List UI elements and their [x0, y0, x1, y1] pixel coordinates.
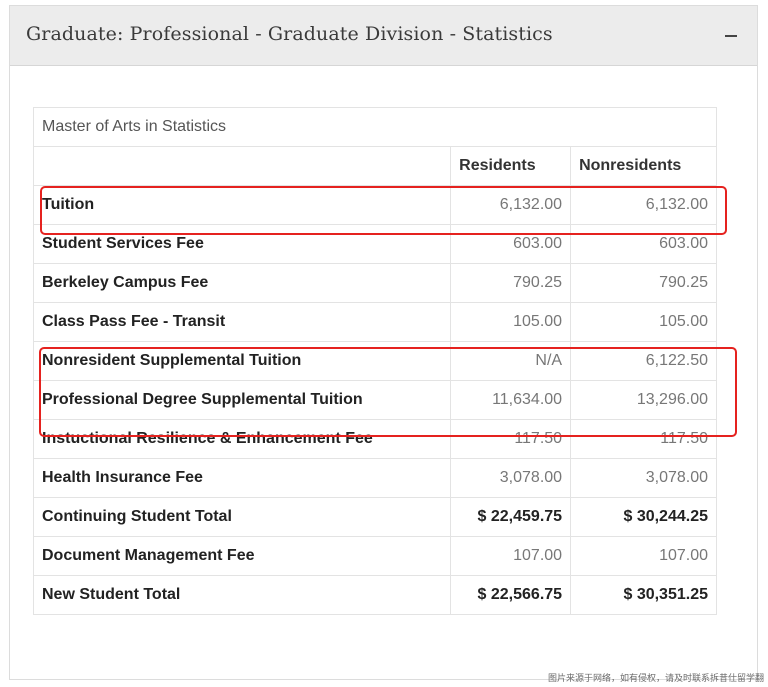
residents-value: 105.00 — [450, 302, 572, 342]
table-row: Nonresident Supplemental Tuition N/A 6,1… — [32, 341, 717, 381]
nonresidents-value: 107.00 — [570, 536, 717, 576]
nonresidents-value: 105.00 — [570, 302, 717, 342]
residents-value: N/A — [450, 341, 572, 381]
table-row: Tuition 6,132.00 6,132.00 — [32, 185, 717, 225]
residents-total: $ 22,566.75 — [450, 575, 572, 615]
row-label: Instuctional Resilience & Enhancement Fe… — [32, 419, 452, 459]
residents-value: 3,078.00 — [450, 458, 572, 498]
nonresidents-value: 117.50 — [570, 419, 717, 459]
row-label: Student Services Fee — [32, 224, 452, 264]
row-label: Class Pass Fee - Transit — [32, 302, 452, 342]
table-row-total: Continuing Student Total $ 22,459.75 $ 3… — [32, 497, 717, 537]
table-row: Class Pass Fee - Transit 105.00 105.00 — [32, 302, 717, 342]
column-header-label — [32, 146, 452, 186]
table-row: Health Insurance Fee 3,078.00 3,078.00 — [32, 458, 717, 498]
nonresidents-value: 13,296.00 — [570, 380, 717, 420]
table-row: Instuctional Resilience & Enhancement Fe… — [32, 419, 717, 459]
header-row: Residents Nonresidents — [32, 146, 717, 186]
row-label: Nonresident Supplemental Tuition — [32, 341, 452, 381]
table-row: Document Management Fee 107.00 107.00 — [32, 536, 717, 576]
nonresidents-value: 603.00 — [570, 224, 717, 264]
panel-header[interactable]: Graduate: Professional - Graduate Divisi… — [10, 6, 757, 66]
row-label: Professional Degree Supplemental Tuition — [32, 380, 452, 420]
table-row: Professional Degree Supplemental Tuition… — [32, 380, 717, 420]
row-label: Health Insurance Fee — [32, 458, 452, 498]
row-label: New Student Total — [32, 575, 452, 615]
minus-icon[interactable] — [721, 20, 741, 48]
nonresidents-value: 790.25 — [570, 263, 717, 303]
table-row: Student Services Fee 603.00 603.00 — [32, 224, 717, 264]
table-row-total: New Student Total $ 22,566.75 $ 30,351.2… — [32, 575, 717, 615]
column-header-nonresidents: Nonresidents — [570, 146, 717, 186]
residents-total: $ 22,459.75 — [450, 497, 572, 537]
nonresidents-value: 3,078.00 — [570, 458, 717, 498]
panel-title: Graduate: Professional - Graduate Divisi… — [26, 23, 553, 45]
nonresidents-value: 6,122.50 — [570, 341, 717, 381]
row-label: Continuing Student Total — [32, 497, 452, 537]
column-header-residents: Residents — [450, 146, 572, 186]
nonresidents-total: $ 30,244.25 — [570, 497, 717, 537]
nonresidents-total: $ 30,351.25 — [570, 575, 717, 615]
watermark-text: 图片来源于网络，如有侵权，请及时联系拆昔仕留学翻 — [547, 674, 764, 684]
table-row: Berkeley Campus Fee 790.25 790.25 — [32, 263, 717, 303]
row-label: Tuition — [32, 185, 452, 225]
caption-row: Master of Arts in Statistics — [33, 107, 717, 147]
residents-value: 107.00 — [450, 536, 572, 576]
nonresidents-value: 6,132.00 — [570, 185, 717, 225]
residents-value: 603.00 — [450, 224, 572, 264]
row-label: Document Management Fee — [32, 536, 452, 576]
row-label: Berkeley Campus Fee — [32, 263, 452, 303]
residents-value: 6,132.00 — [450, 185, 572, 225]
residents-value: 117.50 — [450, 419, 572, 459]
fees-table: Master of Arts in Statistics Residents N… — [32, 107, 717, 615]
residents-value: 11,634.00 — [450, 380, 572, 420]
table-caption: Master of Arts in Statistics — [33, 107, 717, 147]
residents-value: 790.25 — [450, 263, 572, 303]
